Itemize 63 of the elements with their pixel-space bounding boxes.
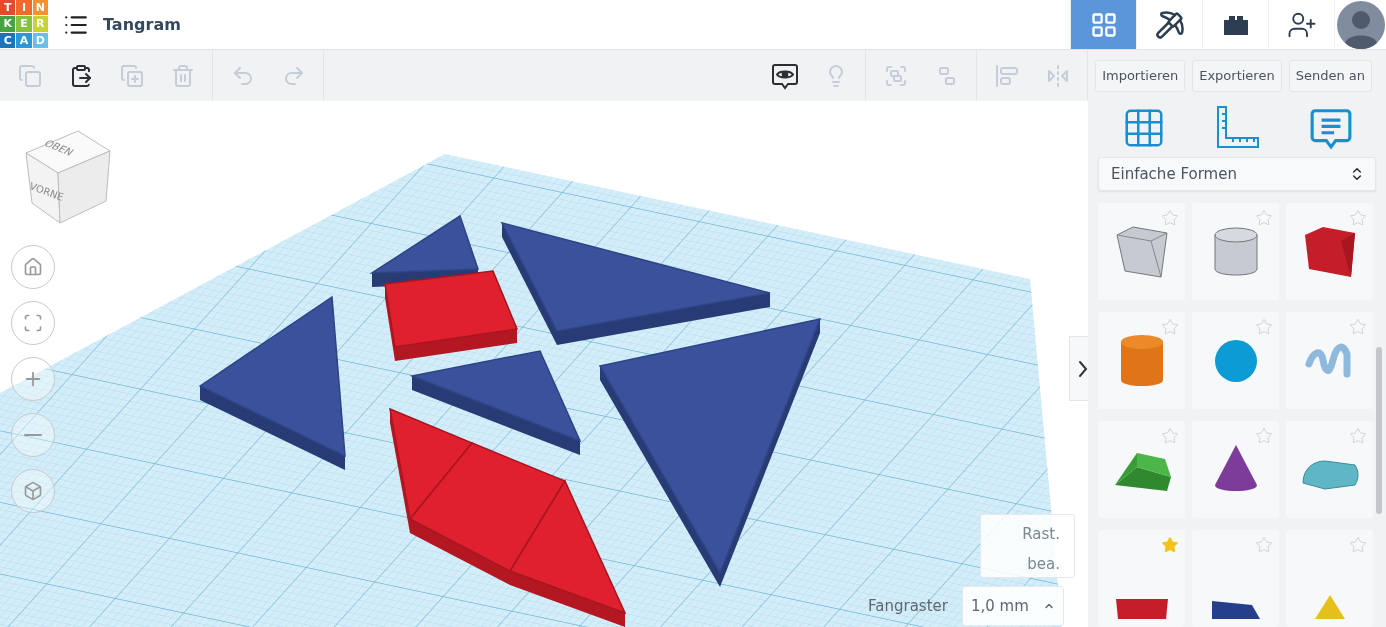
shape-card[interactable]	[1286, 203, 1373, 300]
star-icon[interactable]	[1255, 209, 1273, 227]
chevron-right-icon	[1077, 359, 1088, 378]
category-select[interactable]: Einfache Formen	[1098, 157, 1376, 191]
zoom-out-icon	[24, 433, 42, 437]
fit-view-icon	[23, 313, 43, 333]
view-cube[interactable]	[25, 130, 111, 224]
star-icon[interactable]	[1349, 427, 1367, 445]
logo-letter: D	[32, 32, 48, 48]
cube-icon	[23, 481, 43, 501]
star-icon[interactable]	[1255, 318, 1273, 336]
home-icon	[23, 257, 43, 277]
logo-letter: E	[16, 16, 32, 32]
snap-grid-select[interactable]: 1,0 mm	[961, 586, 1064, 626]
design-title: Tangram	[103, 15, 181, 34]
logo-letter: K	[0, 16, 16, 32]
star-icon[interactable]	[1161, 318, 1179, 336]
copy-icon	[17, 63, 42, 88]
star-icon[interactable]	[1255, 536, 1273, 554]
snap-value: 1,0 mm	[970, 597, 1029, 615]
star-icon[interactable]	[1161, 209, 1179, 227]
grid-icon	[1089, 10, 1118, 39]
fit-button[interactable]	[11, 301, 55, 345]
perspective-button[interactable]	[11, 469, 55, 513]
shape-card[interactable]	[1098, 530, 1185, 627]
zoom-in-button[interactable]	[11, 357, 55, 401]
trash-icon	[170, 63, 195, 88]
mirror-icon	[1045, 63, 1070, 88]
align-icon	[994, 63, 1019, 88]
text-shape-icon	[1115, 598, 1168, 619]
group-icon	[883, 63, 908, 88]
star-icon[interactable]	[1349, 209, 1367, 227]
wedge-icon	[1211, 600, 1260, 619]
edit-grid-button[interactable]: Rast. bea.	[980, 514, 1075, 578]
snap-grid-label: Fangraster	[868, 597, 948, 615]
toolbar-button[interactable]: Importieren	[1095, 59, 1186, 92]
logo-letter: N	[32, 0, 48, 16]
avatar-icon[interactable]	[1336, 0, 1385, 49]
notes-icon	[770, 61, 799, 90]
pickaxe-icon	[1154, 9, 1185, 40]
star-icon[interactable]	[1349, 536, 1367, 554]
pyramid-icon	[1314, 594, 1345, 619]
scrollbar[interactable]	[1376, 347, 1382, 514]
logo-letter: R	[32, 16, 48, 32]
logo-letter: I	[16, 0, 32, 16]
toolbar-button[interactable]: Senden an	[1288, 59, 1372, 92]
toolbar-button[interactable]: Exportieren	[1192, 59, 1282, 92]
star-icon[interactable]	[1161, 536, 1179, 554]
logo-letter: T	[0, 0, 16, 16]
shape-card[interactable]	[1192, 421, 1279, 518]
logo-letter: C	[0, 32, 16, 48]
shape-card[interactable]	[1098, 421, 1185, 518]
zoom-out-button[interactable]	[11, 413, 55, 457]
logo-letter: A	[16, 32, 32, 48]
shape-card[interactable]	[1192, 530, 1279, 627]
star-icon[interactable]	[1161, 427, 1179, 445]
home-button[interactable]	[11, 245, 55, 289]
star-icon[interactable]	[1349, 318, 1367, 336]
collapse-panel-button[interactable]	[1069, 336, 1088, 401]
notes-icon	[1308, 106, 1353, 151]
star-icon[interactable]	[1255, 427, 1273, 445]
cube-face-label: OBEN	[41, 137, 77, 158]
duplicate-icon	[119, 63, 144, 88]
